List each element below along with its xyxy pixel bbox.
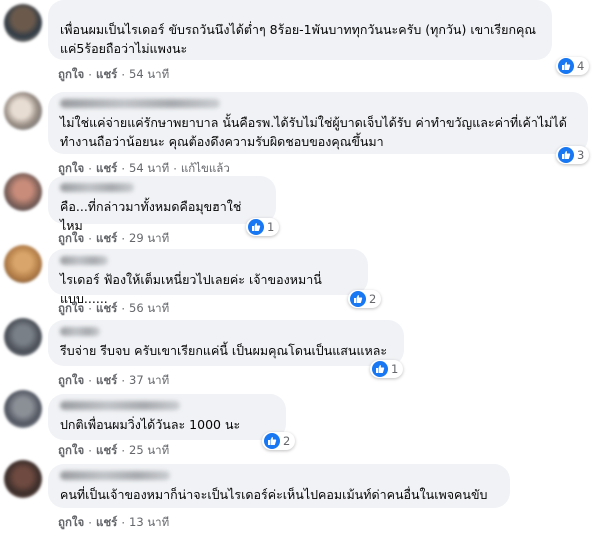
comment-bubble: คือ...ที่กล่าวมาทั้งหมดคือมุขฮาใช่ไหม	[48, 176, 276, 233]
avatar[interactable]	[4, 173, 42, 211]
timestamp[interactable]: 54 นาที	[129, 66, 169, 84]
author-name-blurred[interactable]	[60, 99, 220, 108]
timestamp[interactable]: 25 นาที	[129, 442, 169, 460]
like-icon	[558, 147, 574, 163]
reply-action[interactable]: แชร์	[96, 372, 117, 390]
like-action[interactable]: ถูกใจ	[58, 66, 84, 84]
like-icon	[372, 361, 388, 377]
like-icon	[350, 291, 366, 307]
comment-bubble: ปกติเพื่อนผมวิ่งได้วันละ 1000 นะ	[48, 394, 286, 440]
author-name-blurred[interactable]	[60, 471, 170, 480]
comment-text: รีบจ่าย รีบจบ ครับเขาเรียกแค่นี้ เป็นผมค…	[60, 343, 388, 358]
like-action[interactable]: ถูกใจ	[58, 514, 84, 532]
comment-meta: ถูกใจ · แชร์ · 29 นาที	[58, 230, 170, 248]
like-icon	[248, 219, 264, 235]
reply-action[interactable]: แชร์	[96, 230, 117, 248]
reaction-count[interactable]: 2	[262, 432, 296, 450]
comment-text: คนที่เป็นเจ้าของหมาก็น่าจะเป็นไรเดอร์ค่ะ…	[60, 487, 488, 502]
comment-meta: ถูกใจ · แชร์ · 25 นาที	[58, 442, 170, 460]
comment-text: ไม่ใช่แค่จ่ายแค่รักษาพยาบาล นั้นคือรพ.ได…	[60, 115, 567, 149]
reaction-count[interactable]: 2	[348, 290, 382, 308]
comment-text: ปกติเพื่อนผมวิ่งได้วันละ 1000 นะ	[60, 417, 241, 432]
author-name-blurred[interactable]	[60, 256, 108, 265]
timestamp[interactable]: 13 นาที	[129, 514, 169, 532]
reaction-count[interactable]: 4	[556, 57, 590, 75]
comment-text: เพื่อนผมเป็นไรเดอร์ ขับรถวันนึงได้ต่ำๆ 8…	[60, 22, 536, 56]
reaction-count[interactable]: 1	[370, 360, 404, 378]
comment-meta: ถูกใจ · แชร์ · 13 นาที	[58, 514, 170, 532]
avatar[interactable]	[4, 4, 42, 42]
comment-bubble: ไม่ใช่แค่จ่ายแค่รักษาพยาบาล นั้นคือรพ.ได…	[48, 92, 588, 154]
author-name-blurred[interactable]	[60, 327, 100, 336]
like-action[interactable]: ถูกใจ	[58, 300, 84, 318]
timestamp[interactable]: 37 นาที	[129, 372, 169, 390]
comment-bubble: คนที่เป็นเจ้าของหมาก็น่าจะเป็นไรเดอร์ค่ะ…	[48, 464, 510, 508]
reaction-count[interactable]: 3	[556, 146, 590, 164]
avatar[interactable]	[4, 390, 42, 428]
comment-bubble: รีบจ่าย รีบจบ ครับเขาเรียกแค่นี้ เป็นผมค…	[48, 320, 404, 366]
comment-meta: ถูกใจ · แชร์ · 37 นาที	[58, 372, 170, 390]
avatar[interactable]	[4, 318, 42, 356]
timestamp[interactable]: 29 นาที	[129, 230, 169, 248]
comment-bubble: เพื่อนผมเป็นไรเดอร์ ขับรถวันนึงได้ต่ำๆ 8…	[48, 0, 552, 60]
like-action[interactable]: ถูกใจ	[58, 230, 84, 248]
comment-meta: ถูกใจ · แชร์ · 56 นาที	[58, 300, 170, 318]
timestamp[interactable]: 56 นาที	[129, 300, 169, 318]
comment-meta: ถูกใจ · แชร์ · 54 นาที	[58, 66, 170, 84]
reply-action[interactable]: แชร์	[96, 300, 117, 318]
like-action[interactable]: ถูกใจ	[58, 442, 84, 460]
reply-action[interactable]: แชร์	[96, 442, 117, 460]
like-icon	[558, 58, 574, 74]
comment-bubble: ไรเดอร์ ฟ้องให้เต็มเหนี่ยวไปเลยค่ะ เจ้าข…	[48, 249, 368, 306]
avatar[interactable]	[4, 245, 42, 283]
like-action[interactable]: ถูกใจ	[58, 372, 84, 390]
author-name-blurred[interactable]	[60, 401, 180, 410]
like-icon	[264, 433, 280, 449]
author-name-blurred[interactable]	[60, 183, 134, 192]
avatar[interactable]	[4, 460, 42, 498]
reply-action[interactable]: แชร์	[96, 514, 117, 532]
reply-action[interactable]: แชร์	[96, 66, 117, 84]
reaction-count[interactable]: 1	[246, 218, 280, 236]
avatar[interactable]	[4, 92, 42, 130]
